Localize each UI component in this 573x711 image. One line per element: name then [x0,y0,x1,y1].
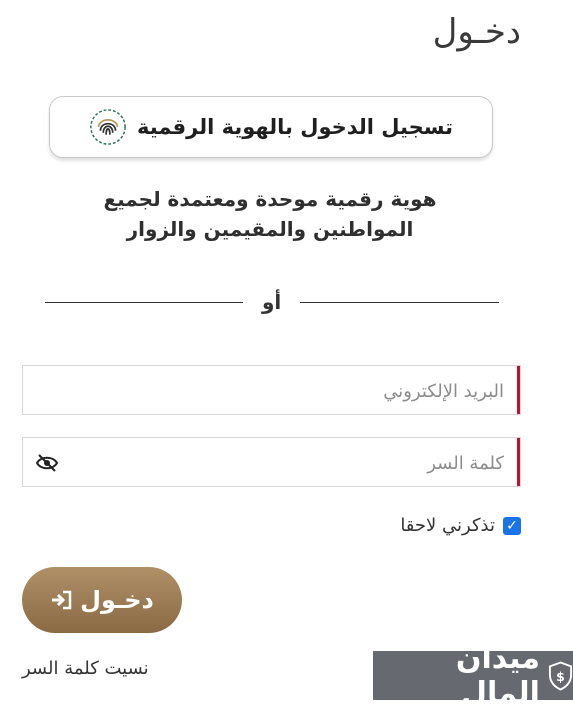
uae-pass-label: تسجيل الدخول بالهوية الرقمية [137,115,453,139]
or-divider-text: أو [262,290,282,314]
description-line-1: هوية رقمية موحدة ومعتمدة لجميع [103,187,437,211]
remember-me-checkbox[interactable]: ✓ [503,516,521,535]
email-input[interactable] [62,366,506,416]
required-indicator [517,438,520,486]
login-label: دخـول [80,586,154,614]
watermark-text: ميدان المال [455,640,540,711]
uae-pass-description: هوية رقمية موحدة ومعتمدة لجميع المواطنين… [60,184,480,244]
fingerprint-icon [90,109,126,145]
password-input[interactable] [102,438,506,488]
email-field [22,365,521,416]
description-line-2: المواطنين والمقيمين والزوار [126,217,414,241]
password-field [22,437,521,488]
forgot-password-link[interactable]: نسيت كلمة السر [22,658,149,679]
eye-slash-icon[interactable] [35,453,59,473]
divider-line-right [300,302,499,303]
svg-text:$: $ [556,668,565,683]
required-indicator [517,366,520,414]
uae-pass-login-button[interactable]: تسجيل الدخول بالهوية الرقمية [49,96,493,158]
shield-dollar-icon: $ [548,660,573,691]
login-button[interactable]: دخـول [22,567,182,633]
remember-me: ✓ تذكرني لاحقا [400,515,521,536]
page-title: دخـول [432,12,521,52]
divider-line-left [45,302,243,303]
remember-me-label: تذكرني لاحقا [400,515,495,536]
watermark: $ ميدان المال [373,641,573,711]
sign-in-icon [52,590,72,610]
